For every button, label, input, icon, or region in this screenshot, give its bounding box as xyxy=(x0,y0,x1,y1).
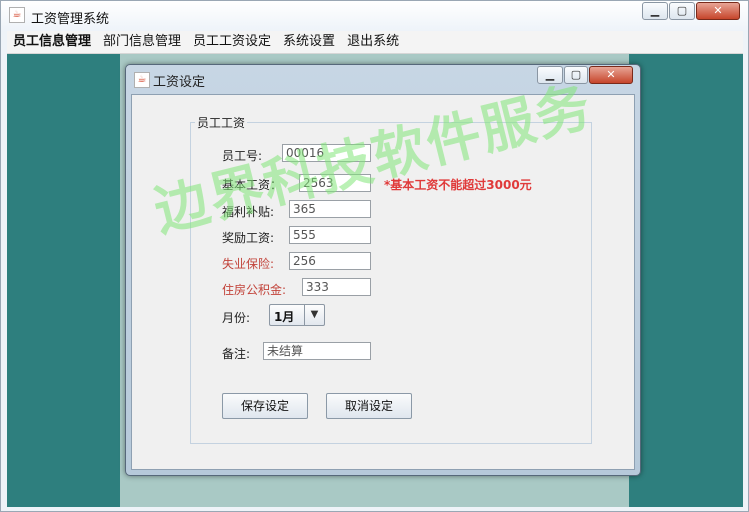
dialog-minimize-button[interactable]: ▁ xyxy=(537,66,563,84)
bonus-label: 奖励工资: xyxy=(222,231,275,245)
menu-system-settings[interactable]: 系统设置 xyxy=(277,31,341,53)
unemployment-field[interactable]: 256 xyxy=(289,252,371,270)
remark-label: 备注: xyxy=(222,347,251,361)
window-title: 工资管理系统 xyxy=(31,12,110,27)
menu-employee-info[interactable]: 员工信息管理 xyxy=(7,31,97,53)
dialog-controls: ▁ ▢ ✕ xyxy=(536,66,633,86)
salary-group: 员工工资 员工号: 00016 基本工资： 2563 *基本工资不能超过3000… xyxy=(190,114,592,444)
salary-dialog: ☕ 工资设定 ▁ ▢ ✕ 员工工资 员工号: 00016 基本工资： 2563 … xyxy=(125,64,641,476)
dialog-close-button[interactable]: ✕ xyxy=(589,66,633,84)
employee-id-label: 员工号: xyxy=(222,149,263,163)
menu-department-info[interactable]: 部门信息管理 xyxy=(97,31,187,53)
group-title: 员工工资 xyxy=(195,114,248,131)
menu-exit[interactable]: 退出系统 xyxy=(341,31,405,53)
maximize-button[interactable]: ▢ xyxy=(669,2,695,20)
save-button[interactable]: 保存设定 xyxy=(222,393,308,419)
base-salary-field[interactable]: 2563 xyxy=(299,174,371,192)
base-salary-warning: *基本工资不能超过3000元 xyxy=(384,178,532,192)
window-controls: ▁ ▢ ✕ xyxy=(641,2,740,22)
housing-fund-field[interactable]: 333 xyxy=(302,278,371,296)
title-bar: ☕ 工资管理系统 ▁ ▢ ✕ xyxy=(1,1,748,31)
base-salary-label: 基本工资： xyxy=(222,178,283,192)
employee-id-field[interactable]: 00016 xyxy=(282,144,371,162)
welfare-field[interactable]: 365 xyxy=(289,200,371,218)
dialog-maximize-button[interactable]: ▢ xyxy=(564,66,588,84)
cancel-button[interactable]: 取消设定 xyxy=(326,393,412,419)
minimize-button[interactable]: ▁ xyxy=(642,2,668,20)
bonus-field[interactable]: 555 xyxy=(289,226,371,244)
month-select[interactable]: 1月 ▼ xyxy=(269,304,325,326)
dialog-title: 工资设定 xyxy=(153,75,206,90)
month-label: 月份: xyxy=(222,311,251,325)
menu-bar: 员工信息管理 部门信息管理 员工工资设定 系统设置 退出系统 xyxy=(7,31,743,54)
dialog-content: 员工工资 员工号: 00016 基本工资： 2563 *基本工资不能超过3000… xyxy=(131,94,635,470)
housing-fund-label: 住房公积金: xyxy=(222,283,287,297)
remark-field[interactable]: 未结算 xyxy=(263,342,371,360)
month-select-value: 1月 xyxy=(274,310,295,324)
java-app-icon: ☕ xyxy=(134,72,150,88)
close-button[interactable]: ✕ xyxy=(696,2,740,20)
unemployment-label: 失业保险: xyxy=(222,257,275,271)
welfare-label: 福利补贴: xyxy=(222,205,275,219)
java-app-icon: ☕ xyxy=(9,7,25,23)
chevron-down-icon[interactable]: ▼ xyxy=(304,305,324,325)
menu-salary-setting[interactable]: 员工工资设定 xyxy=(187,31,277,53)
